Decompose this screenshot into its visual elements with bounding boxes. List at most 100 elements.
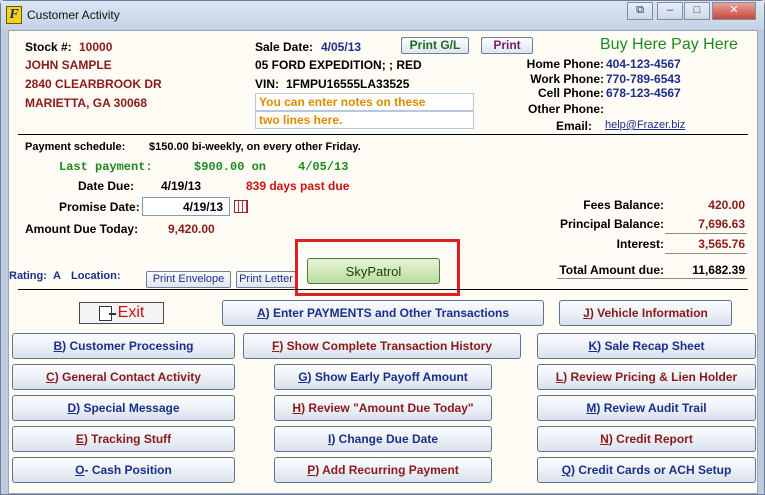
stock-value: 10000 [79,40,113,54]
divider-principal [665,233,747,234]
enter-payments-label: ) Enter PAYMENTS and Other Transactions [265,306,510,320]
email-link[interactable]: help@Frazer.biz [605,119,685,131]
credit-cards-ach-hotkey: Q [561,463,572,477]
interest-value: 3,565.76 [698,237,745,251]
cell-phone-value: 678-123-4567 [606,86,681,100]
print-envelope-button[interactable]: Print Envelope [146,271,231,288]
credit-report-hotkey: N [600,432,609,446]
print-button[interactable]: Print [481,37,533,54]
credit-report-label: ) Credit Report [608,432,693,446]
enter-payments-button[interactable]: A) Enter PAYMENTS and Other Transactions [222,300,544,326]
rating-label: Rating: [9,270,47,282]
pricing-lien-button[interactable]: L) Review Pricing & Lien Holder [537,364,756,390]
customer-processing-label: ) Customer Processing [62,339,194,353]
skypatrol-highlight-box [295,239,460,296]
window-title: Customer Activity [27,8,120,22]
total-due-label: Total Amount due: [559,263,664,277]
title-bar[interactable]: F Customer Activity ⧉ – □ ✕ [1,1,764,29]
sale-recap-hotkey: K [588,339,598,353]
close-icon[interactable]: ✕ [712,2,756,20]
sale-recap-label: ) Sale Recap Sheet [597,339,705,353]
customer-address: 2840 CLEARBROOK DR [25,77,162,91]
sale-date-label: Sale Date: [255,40,314,54]
transaction-history-button[interactable]: F) Show Complete Transaction History [243,333,521,359]
audit-trail-button[interactable]: M) Review Audit Trail [537,395,756,421]
customer-city: MARIETTA, GA 30068 [25,96,148,110]
divider-interest [665,253,747,254]
restore-icon[interactable]: ⧉ [627,2,653,20]
review-amount-due-hotkey: H [292,401,302,415]
recurring-payment-button[interactable]: P) Add Recurring Payment [274,457,492,483]
work-phone-value: 770-789-6543 [606,72,681,86]
principal-balance-label: Principal Balance: [559,217,664,231]
promise-date-label: Promise Date: [59,200,140,214]
review-amount-due-button[interactable]: H) Review "Amount Due Today" [274,395,492,421]
general-contact-button[interactable]: C) General Contact Activity [12,364,235,390]
tracking-stuff-hotkey: E [75,432,84,446]
recurring-payment-label: ) Add Recurring Payment [315,463,459,477]
total-due-value: 11,682.39 [692,263,745,277]
transaction-history-hotkey: F [271,339,280,353]
divider-total [557,278,747,279]
payment-schedule-label: Payment schedule: [25,141,126,153]
cell-phone-label: Cell Phone: [537,86,604,100]
general-contact-label: ) General Contact Activity [54,370,201,384]
print-letter-button[interactable]: Print Letter [236,271,296,288]
promise-date-input[interactable]: 4/19/13 [142,197,230,216]
exit-button[interactable]: Exit [79,302,164,324]
calendar-icon[interactable] [234,200,248,213]
pricing-lien-label: ) Review Pricing & Lien Holder [563,370,738,384]
payment-schedule-value: $150.00 bi-weekly, on every other Friday… [149,141,361,153]
customer-processing-hotkey: B [53,339,63,353]
exit-label: Exit [117,304,145,321]
tracking-stuff-button[interactable]: E) Tracking Stuff [12,426,235,452]
date-due-label: Date Due: [78,179,135,193]
notes-line-1[interactable]: You can enter notes on these [255,93,474,111]
tracking-stuff-label: ) Tracking Stuff [83,432,172,446]
change-due-date-button[interactable]: I) Change Due Date [274,426,492,452]
work-phone-label: Work Phone: [530,72,604,86]
special-message-button[interactable]: D) Special Message [12,395,235,421]
customer-processing-button[interactable]: B) Customer Processing [12,333,235,359]
fees-balance-label: Fees Balance: [583,198,664,212]
maximize-icon[interactable]: □ [684,2,710,20]
print-gl-button[interactable]: Print G/L [401,37,469,54]
credit-cards-ach-button[interactable]: Q) Credit Cards or ACH Setup [537,457,756,483]
other-phone-label: Other Phone: [527,102,604,116]
amount-due-value: 9,420.00 [168,222,215,236]
sale-date-value: 4/05/13 [321,40,362,54]
vehicle-description: 05 FORD EXPEDITION; ; RED [255,58,422,72]
last-payment-date: 4/05/13 [298,160,349,174]
minimize-icon[interactable]: – [657,2,683,20]
exit-door-icon [98,305,116,321]
date-due-value: 4/19/13 [161,179,202,193]
special-message-hotkey: D [67,401,77,415]
vehicle-information-hotkey: J [583,306,590,320]
vin-label: VIN: [255,77,279,91]
vehicle-information-label: ) Vehicle Information [589,306,708,320]
principal-balance-value: 7,696.63 [698,217,745,231]
cash-position-label: - Cash Position [84,463,172,477]
home-phone-value: 404-123-4567 [606,57,681,71]
recurring-payment-hotkey: P [307,463,316,477]
credit-cards-ach-label: ) Credit Cards or ACH Setup [571,463,732,477]
past-due-status: 839 days past due [246,179,350,193]
vin-value: 1FMPU16555LA33525 [286,77,410,91]
last-payment-amount: $900.00 on [194,160,267,174]
brand-heading: Buy Here Pay Here [600,36,738,53]
early-payoff-button[interactable]: G) Show Early Payoff Amount [274,364,492,390]
audit-trail-label: ) Review Audit Trail [596,401,707,415]
stock-label: Stock #: [25,40,72,54]
notes-line-2[interactable]: two lines here. [255,111,474,129]
credit-report-button[interactable]: N) Credit Report [537,426,756,452]
rating-value: A [53,270,61,282]
cash-position-button[interactable]: O - Cash Position [12,457,235,483]
customer-activity-window: F Customer Activity ⧉ – □ ✕ Stock #: 100… [0,0,765,495]
fees-balance-value: 420.00 [708,198,745,212]
divider-top [18,134,748,135]
vehicle-information-button[interactable]: J) Vehicle Information [559,300,732,326]
early-payoff-hotkey: G [298,370,308,384]
sale-recap-button[interactable]: K) Sale Recap Sheet [537,333,756,359]
pricing-lien-hotkey: L [555,370,564,384]
client-area: Stock #: 10000 JOHN SAMPLE 2840 CLEARBRO… [8,30,758,494]
